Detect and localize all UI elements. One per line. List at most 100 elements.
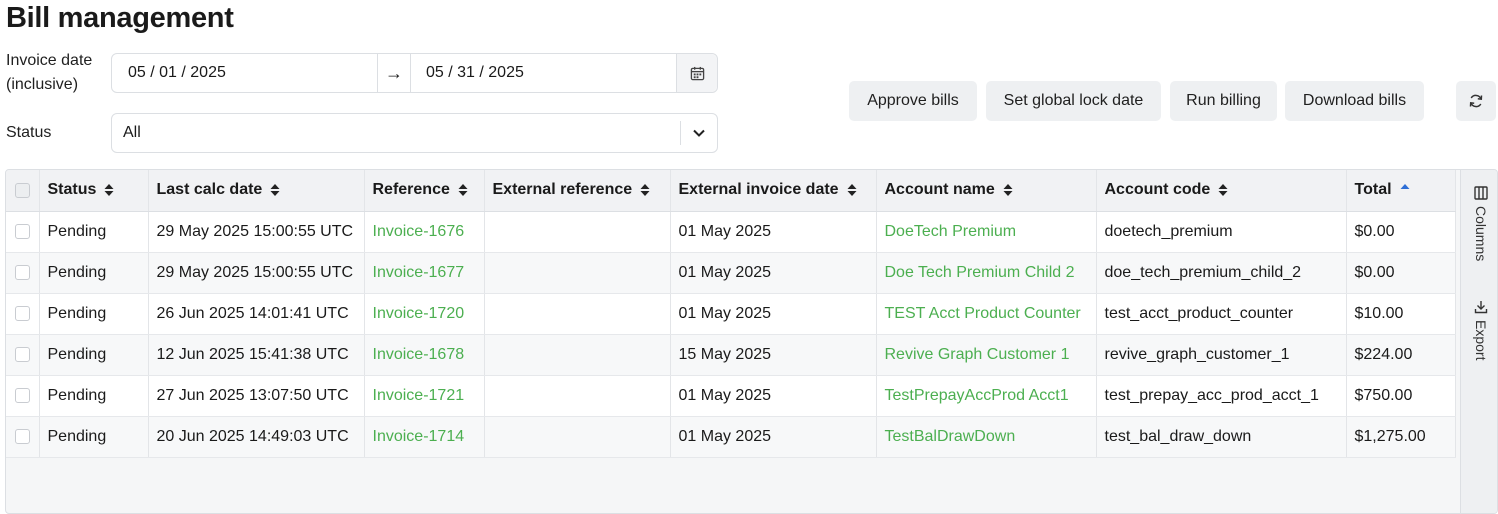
- sort-icon[interactable]: [640, 183, 650, 197]
- account-name-link[interactable]: TEST Acct Product Counter: [885, 305, 1081, 322]
- reference-link[interactable]: Invoice-1678: [373, 346, 465, 363]
- sort-ascending-icon[interactable]: [1400, 183, 1410, 191]
- column-header-status[interactable]: Status: [39, 170, 149, 212]
- reference-link[interactable]: Invoice-1721: [373, 387, 465, 404]
- total-cell: $1,275.00: [1346, 416, 1456, 458]
- row-checkbox[interactable]: [14, 264, 30, 280]
- account-code-cell: doetech_premium: [1096, 211, 1347, 253]
- status-cell: Pending: [39, 375, 149, 417]
- refresh-button[interactable]: [1456, 81, 1496, 121]
- sort-icon[interactable]: [847, 183, 857, 197]
- reference-link[interactable]: Invoice-1677: [373, 264, 465, 281]
- sort-icon[interactable]: [1218, 183, 1228, 197]
- column-header-account-name[interactable]: Account name: [876, 170, 1097, 212]
- total-cell: $0.00: [1346, 211, 1456, 253]
- calendar-button[interactable]: [677, 54, 717, 92]
- column-header-reference[interactable]: Reference: [364, 170, 485, 212]
- end-date-input[interactable]: 05 / 31 / 2025: [411, 54, 677, 92]
- reference-cell: Invoice-1714: [364, 416, 485, 458]
- external-reference-cell: [484, 416, 671, 458]
- columns-tab-label: Columns: [1473, 206, 1489, 262]
- total-cell: $1,275.00: [1354, 427, 1426, 445]
- external-invoice-date-cell: 01 May 2025: [670, 293, 877, 335]
- last-calc-date-cell: 29 May 2025 15:00:55 UTC: [148, 211, 365, 253]
- last-calc-date-cell: 27 Jun 2025 13:07:50 UTC: [156, 386, 349, 404]
- select-all-cell: [6, 170, 40, 212]
- reference-link[interactable]: Invoice-1676: [373, 223, 465, 240]
- external-reference-cell: [484, 334, 671, 376]
- reference-link[interactable]: Invoice-1714: [373, 428, 465, 445]
- table-row[interactable]: Pending 20 Jun 2025 14:49:03 UTC Invoice-1…: [6, 416, 1456, 458]
- row-checkbox[interactable]: [14, 346, 30, 362]
- last-calc-date-cell: 29 May 2025 15:00:55 UTC: [156, 222, 354, 240]
- row-select-cell: [6, 334, 40, 376]
- columns-icon: [1474, 186, 1488, 200]
- status-cell: Pending: [47, 345, 107, 363]
- row-select-cell: [6, 211, 40, 253]
- last-calc-date-cell: 12 Jun 2025 15:41:38 UTC: [148, 334, 365, 376]
- status-dropdown-toggle[interactable]: [681, 126, 717, 140]
- row-select-cell: [6, 252, 40, 294]
- account-code-cell: doetech_premium: [1104, 222, 1233, 240]
- external-invoice-date-cell: 01 May 2025: [678, 427, 772, 445]
- reference-link[interactable]: Invoice-1720: [373, 305, 465, 322]
- row-checkbox[interactable]: [14, 428, 30, 444]
- table-header-row: Status Last calc date Reference External…: [6, 170, 1456, 212]
- row-checkbox[interactable]: [14, 305, 30, 321]
- download-bills-button[interactable]: Download bills: [1285, 81, 1424, 121]
- reference-cell: Invoice-1676: [364, 211, 485, 253]
- select-all-checkbox[interactable]: [14, 182, 30, 198]
- sort-icon[interactable]: [1003, 183, 1013, 197]
- row-checkbox[interactable]: [14, 387, 30, 403]
- set-global-lock-date-button[interactable]: Set global lock date: [986, 81, 1161, 121]
- external-invoice-date-cell: 15 May 2025: [670, 334, 877, 376]
- reference-cell: Invoice-1721: [364, 375, 485, 417]
- account-code-cell: test_acct_product_counter: [1104, 304, 1294, 322]
- status-cell: Pending: [39, 211, 149, 253]
- status-cell: Pending: [47, 263, 107, 281]
- column-header-label: Account code: [1104, 181, 1211, 199]
- calendar-icon: [690, 66, 704, 80]
- last-calc-date-cell: 20 Jun 2025 14:49:03 UTC: [148, 416, 365, 458]
- start-date-input[interactable]: 05 / 01 / 2025: [112, 54, 378, 92]
- total-cell: $750.00: [1346, 375, 1456, 417]
- run-billing-button[interactable]: Run billing: [1170, 81, 1277, 121]
- account-name-link[interactable]: Doe Tech Premium Child 2: [885, 264, 1075, 281]
- table-row[interactable]: Pending 12 Jun 2025 15:41:38 UTC Invoice-1…: [6, 334, 1456, 376]
- status-select[interactable]: All: [111, 113, 718, 153]
- account-code-cell: revive_graph_customer_1: [1104, 345, 1290, 363]
- columns-panel-tab[interactable]: Columns: [1461, 186, 1497, 262]
- external-invoice-date-cell: 01 May 2025: [678, 263, 772, 281]
- table-row[interactable]: Pending 26 Jun 2025 14:01:41 UTC Invoice-1…: [6, 293, 1456, 335]
- export-panel-tab[interactable]: Export: [1461, 300, 1497, 360]
- last-calc-date-cell: 26 Jun 2025 14:01:41 UTC: [156, 304, 349, 322]
- status-cell: Pending: [47, 304, 107, 322]
- table-row[interactable]: Pending 27 Jun 2025 13:07:50 UTC Invoice-1…: [6, 375, 1456, 417]
- column-header-account-code[interactable]: Account code: [1096, 170, 1347, 212]
- sort-icon[interactable]: [458, 183, 468, 197]
- account-code-cell: test_prepay_acc_prod_acct_1: [1104, 386, 1319, 404]
- column-header-total[interactable]: Total: [1346, 170, 1456, 212]
- account-name-cell: Doe Tech Premium Child 2: [876, 252, 1097, 294]
- account-name-link[interactable]: DoeTech Premium: [885, 223, 1017, 240]
- account-name-link[interactable]: Revive Graph Customer 1: [885, 346, 1070, 363]
- last-calc-date-cell: 29 May 2025 15:00:55 UTC: [148, 252, 365, 294]
- account-name-link[interactable]: TestPrepayAccProd Acct1: [885, 387, 1069, 404]
- account-name-cell: Revive Graph Customer 1: [876, 334, 1097, 376]
- column-header-label: External invoice date: [678, 181, 839, 199]
- account-code-cell: test_acct_product_counter: [1096, 293, 1347, 335]
- sort-icon[interactable]: [104, 183, 114, 197]
- column-header-last-calc-date[interactable]: Last calc date: [148, 170, 365, 212]
- row-checkbox[interactable]: [14, 223, 30, 239]
- approve-bills-button[interactable]: Approve bills: [849, 81, 977, 121]
- account-name-link[interactable]: TestBalDrawDown: [885, 428, 1016, 445]
- total-cell: $0.00: [1354, 222, 1395, 240]
- sort-icon[interactable]: [270, 183, 280, 197]
- table-row[interactable]: Pending 29 May 2025 15:00:55 UTC Invoice-1…: [6, 211, 1456, 253]
- column-header-external-reference[interactable]: External reference: [484, 170, 671, 212]
- external-invoice-date-cell: 01 May 2025: [670, 211, 877, 253]
- column-header-external-invoice-date[interactable]: External invoice date: [670, 170, 877, 212]
- account-name-cell: DoeTech Premium: [876, 211, 1097, 253]
- table-row[interactable]: Pending 29 May 2025 15:00:55 UTC Invoice-1…: [6, 252, 1456, 294]
- external-invoice-date-cell: 15 May 2025: [678, 345, 772, 363]
